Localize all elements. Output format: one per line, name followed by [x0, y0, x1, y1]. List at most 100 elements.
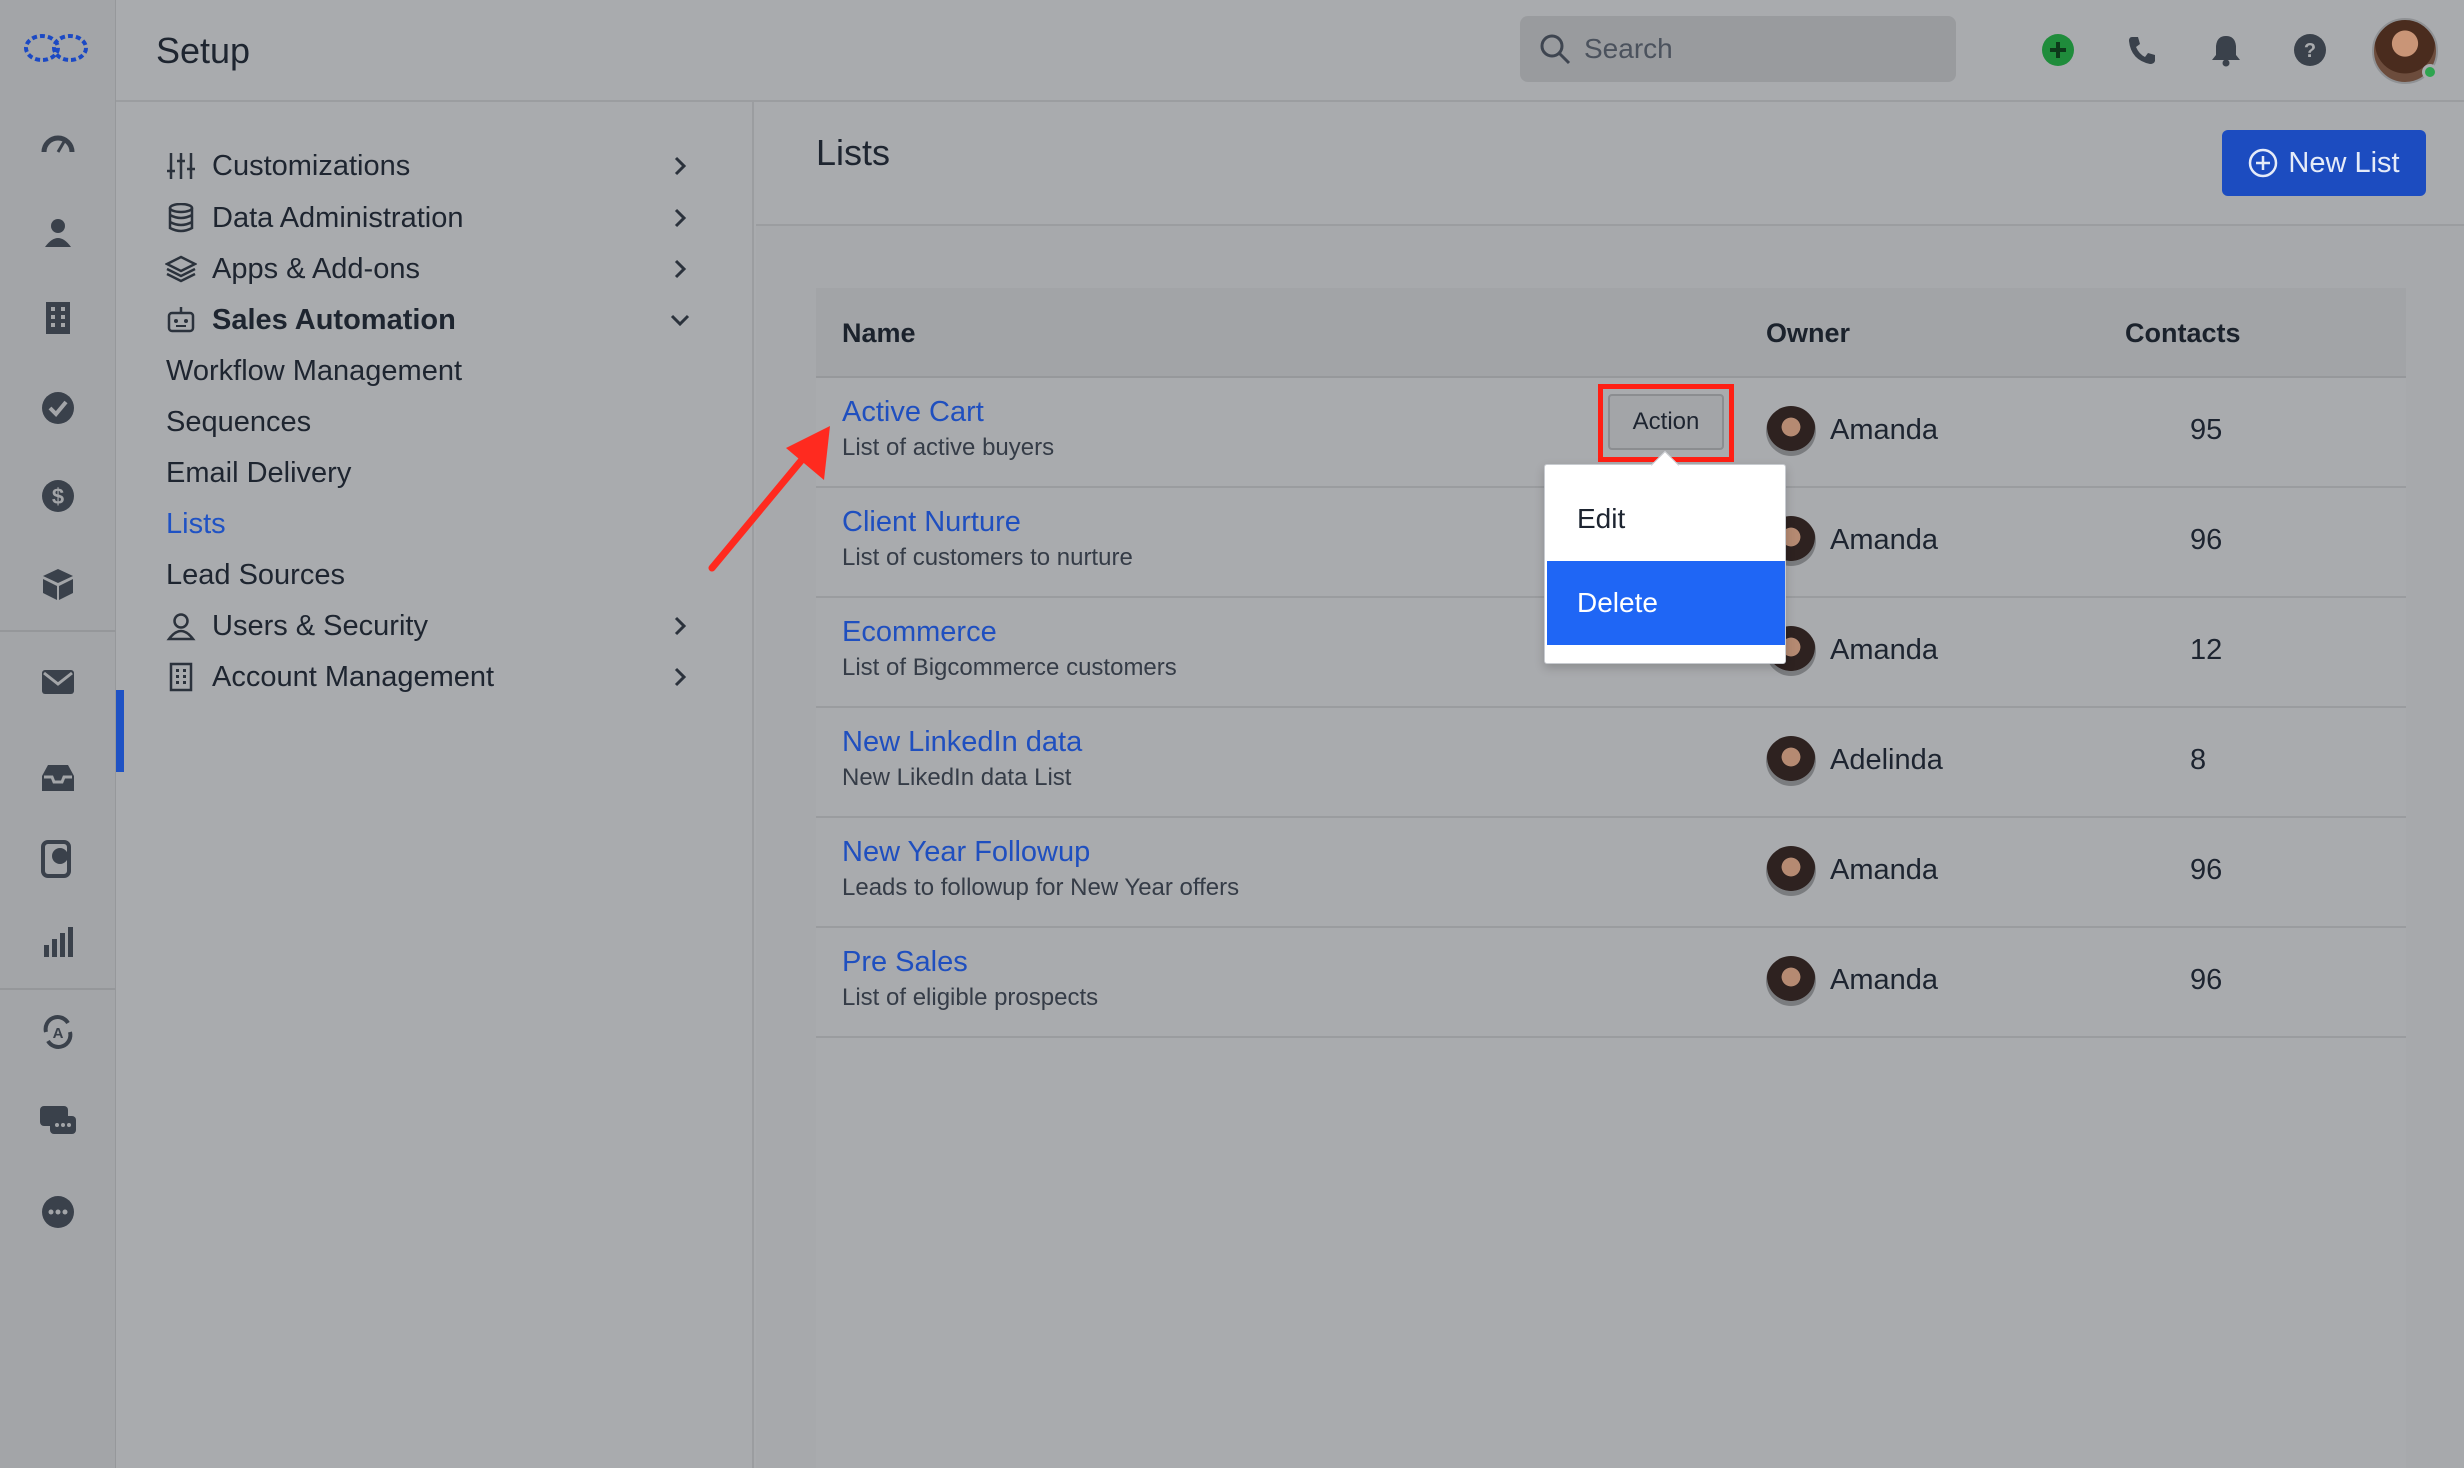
icon-rail: $ A [0, 0, 116, 1468]
contacts-count: 96 [2190, 964, 2223, 996]
menu-item-edit[interactable]: Edit [1547, 477, 1785, 561]
chevron-right-icon [674, 667, 687, 687]
contacts-count: 12 [2190, 634, 2223, 666]
owner-name: Amanda [1830, 524, 1939, 556]
contacts-icon[interactable] [34, 208, 82, 256]
settings-nav: Customizations Data Administration Apps … [116, 102, 754, 1468]
nav-label: Account Management [212, 660, 495, 693]
svg-text:?: ? [2304, 40, 2316, 62]
layers-icon [164, 252, 198, 286]
list-description: List of eligible prospects [842, 984, 1099, 1011]
add-circle-icon[interactable] [2038, 30, 2078, 70]
list-description: List of customers to nurture [842, 544, 1133, 571]
list-name-link[interactable]: Client Nurture [842, 506, 1021, 539]
reports-icon[interactable] [34, 918, 82, 966]
more-icon[interactable] [34, 1188, 82, 1236]
search-input[interactable] [1584, 28, 1934, 70]
list-description: List of active buyers [842, 434, 1055, 461]
new-list-label: New List [2288, 146, 2400, 179]
plus-circle-icon [2249, 148, 2278, 178]
owner-name: Amanda [1830, 414, 1939, 446]
email-icon[interactable] [34, 658, 82, 706]
products-icon[interactable] [34, 560, 82, 608]
nav-label: Lead Sources [166, 558, 345, 591]
search-box[interactable] [1520, 16, 1956, 82]
nav-label: Lists [166, 507, 226, 540]
nav-label: Workflow Management [166, 354, 463, 387]
owner-name: Adelinda [1830, 744, 1943, 776]
chat-support-icon[interactable] [34, 836, 82, 884]
annotation-arrow [708, 426, 830, 572]
owner-name: Amanda [1830, 964, 1939, 996]
owner-name: Amanda [1830, 854, 1939, 886]
contacts-count: 8 [2190, 744, 2207, 776]
chevron-right-icon [674, 208, 687, 228]
table-row[interactable]: Pre Sales List of eligible prospects Ama… [816, 928, 2406, 1038]
owner-name: Amanda [1830, 634, 1939, 666]
building-icon [164, 660, 198, 694]
contacts-count: 96 [2190, 524, 2223, 556]
owner-avatar [1766, 736, 1816, 786]
owner-avatar [1766, 956, 1816, 1006]
robot-icon [164, 303, 198, 337]
list-description: Leads to followup for New Year offers [842, 874, 1240, 901]
chevron-right-icon [674, 259, 687, 279]
top-bar: Setup ? [116, 0, 2464, 102]
app-title: Setup [156, 30, 251, 71]
automation-icon[interactable]: A [34, 1008, 82, 1056]
list-description: List of Bigcommerce customers [842, 654, 1177, 681]
contacts-count: 96 [2190, 854, 2223, 886]
help-icon[interactable]: ? [2290, 30, 2330, 70]
column-header-name[interactable]: Name [842, 318, 916, 349]
svg-text:A: A [53, 1025, 64, 1042]
chevron-down-icon [670, 314, 690, 327]
messages-icon[interactable] [34, 1098, 82, 1146]
page-header: Lists New List [756, 102, 2464, 226]
page-title: Lists [816, 132, 891, 173]
active-indicator [116, 690, 124, 772]
menu-item-delete[interactable]: Delete [1547, 561, 1785, 645]
tasks-icon[interactable] [34, 384, 82, 432]
phone-icon[interactable] [2122, 30, 2162, 70]
dashboard-icon[interactable] [34, 120, 82, 168]
owner-avatar [1766, 406, 1816, 456]
nav-label: Apps & Add-ons [212, 252, 420, 285]
svg-text:$: $ [52, 484, 64, 509]
chevron-right-icon [674, 156, 687, 176]
list-name-link[interactable]: Active Cart [842, 396, 984, 429]
nav-label: Sequences [166, 405, 312, 438]
nav-label: Email Delivery [166, 456, 352, 489]
online-status-dot [2422, 64, 2438, 80]
main-content: Lists New List Name Owner Contacts Activ… [756, 102, 2464, 1468]
list-name-link[interactable]: New Year Followup [842, 836, 1090, 869]
column-header-owner[interactable]: Owner [1766, 318, 1850, 349]
list-name-link[interactable]: Ecommerce [842, 616, 997, 649]
table-header: Name Owner Contacts [816, 288, 2406, 378]
list-name-link[interactable]: Pre Sales [842, 946, 968, 979]
chevron-right-icon [674, 616, 687, 636]
contacts-count: 95 [2190, 414, 2223, 446]
column-header-contacts[interactable]: Contacts [2125, 318, 2241, 349]
nav-account-management[interactable]: Account Management [164, 647, 724, 707]
owner-avatar [1766, 846, 1816, 896]
nav-label: Sales Automation [212, 303, 456, 336]
table-row[interactable]: New Year Followup Leads to followup for … [816, 818, 2406, 928]
user-avatar[interactable] [2372, 18, 2438, 84]
list-description: New LikedIn data List [842, 764, 1072, 791]
user-icon [164, 609, 198, 643]
action-dropdown-menu: Edit Delete [1544, 450, 1786, 664]
rail-divider [0, 630, 116, 632]
list-name-link[interactable]: New LinkedIn data [842, 726, 1082, 759]
deals-icon[interactable]: $ [34, 472, 82, 520]
logo-icon[interactable] [22, 30, 90, 66]
search-icon [1540, 34, 1571, 65]
new-list-button[interactable]: New List [2222, 130, 2426, 196]
nav-customizations[interactable]: Customizations [164, 136, 724, 196]
accounts-icon[interactable] [34, 294, 82, 342]
table-row[interactable]: New LinkedIn data New LikedIn data List … [816, 708, 2406, 818]
bell-icon[interactable] [2206, 30, 2246, 70]
action-button[interactable]: Action [1608, 394, 1724, 450]
sliders-icon [164, 149, 198, 183]
inbox-icon[interactable] [34, 754, 82, 802]
rail-divider-2 [0, 988, 116, 990]
